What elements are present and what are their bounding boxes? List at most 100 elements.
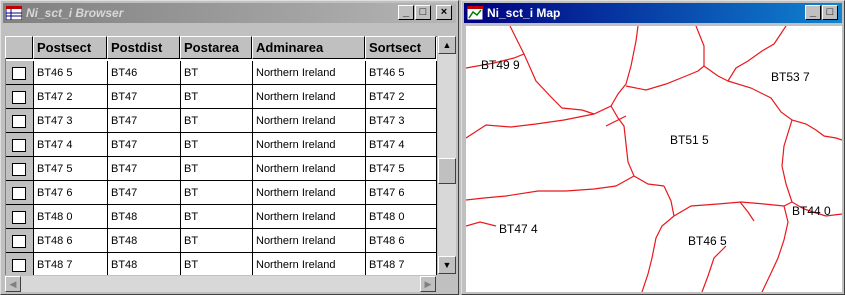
scroll-left-button[interactable]: ◀	[5, 276, 21, 292]
cell-postsect[interactable]: BT47 3	[34, 109, 108, 133]
table-row[interactable]: BT47 3 BT47 BT Northern Ireland BT47 3	[6, 109, 437, 133]
cell-adminarea[interactable]: Northern Ireland	[253, 229, 366, 253]
cell-sortsect[interactable]: BT47 5	[366, 157, 437, 181]
minimize-button[interactable]: _	[398, 5, 414, 20]
cell-postsect[interactable]: BT47 5	[34, 157, 108, 181]
cell-postdist[interactable]: BT48	[108, 229, 181, 253]
vertical-scrollbar[interactable]: ▲ ▼	[438, 36, 456, 274]
boundary-line	[781, 119, 793, 203]
label-bt44-0: BT44 0	[792, 204, 831, 218]
cell-adminarea[interactable]: Northern Ireland	[253, 133, 366, 157]
browser-grid: BT46 5 BT46 BT Northern Ireland BT46 5 BT47 2…	[5, 36, 437, 275]
cell-sortsect[interactable]: BT47 3	[366, 109, 437, 133]
cell-sortsect[interactable]: BT48 6	[366, 229, 437, 253]
table-icon	[6, 6, 22, 20]
cell-postsect[interactable]: BT48 0	[34, 205, 108, 229]
cell-postarea[interactable]: BT	[181, 133, 253, 157]
cell-adminarea[interactable]: Northern Ireland	[253, 253, 366, 275]
cell-sortsect[interactable]: BT46 5	[366, 61, 437, 85]
cell-postsect[interactable]: BT47 2	[34, 85, 108, 109]
row-checkbox[interactable]	[12, 211, 26, 224]
row-selector[interactable]	[6, 157, 34, 181]
header-sortsect[interactable]: Sortsect	[365, 36, 436, 59]
cell-postdist[interactable]: BT47	[108, 85, 181, 109]
cell-postsect[interactable]: BT48 7	[34, 253, 108, 275]
cell-postarea[interactable]: BT	[181, 109, 253, 133]
table-row[interactable]: BT48 6 BT48 BT Northern Ireland BT48 6	[6, 229, 437, 253]
table-row[interactable]: BT47 4 BT47 BT Northern Ireland BT47 4	[6, 133, 437, 157]
cell-postdist[interactable]: BT47	[108, 181, 181, 205]
horizontal-scrollbar[interactable]: ◀ ▶	[5, 276, 436, 292]
row-selector[interactable]	[6, 61, 34, 85]
row-selector[interactable]	[6, 229, 34, 253]
row-selector[interactable]	[6, 253, 34, 275]
cell-postarea[interactable]: BT	[181, 229, 253, 253]
cell-postdist[interactable]: BT47	[108, 157, 181, 181]
scroll-right-button[interactable]: ▶	[420, 276, 436, 292]
cell-sortsect[interactable]: BT47 6	[366, 181, 437, 205]
map-titlebar[interactable]: Ni_sct_i Map _ □	[464, 3, 842, 23]
row-selector[interactable]	[6, 133, 34, 157]
cell-sortsect[interactable]: BT47 4	[366, 133, 437, 157]
maximize-button[interactable]: □	[415, 5, 431, 20]
table-row[interactable]: BT48 7 BT48 BT Northern Ireland BT48 7	[6, 253, 437, 275]
cell-postarea[interactable]: BT	[181, 253, 253, 275]
cell-postarea[interactable]: BT	[181, 181, 253, 205]
cell-postdist[interactable]: BT47	[108, 133, 181, 157]
header-postarea[interactable]: Postarea	[180, 36, 252, 59]
cell-postsect[interactable]: BT47 6	[34, 181, 108, 205]
cell-postsect[interactable]: BT46 5	[34, 61, 108, 85]
row-selector[interactable]	[6, 205, 34, 229]
cell-postsect[interactable]: BT47 4	[34, 133, 108, 157]
table-row[interactable]: BT47 5 BT47 BT Northern Ireland BT47 5	[6, 157, 437, 181]
table-row[interactable]: BT46 5 BT46 BT Northern Ireland BT46 5	[6, 61, 437, 85]
row-selector[interactable]	[6, 181, 34, 205]
cell-postdist[interactable]: BT46	[108, 61, 181, 85]
row-checkbox[interactable]	[12, 235, 26, 248]
header-postsect[interactable]: Postsect	[33, 36, 107, 59]
map-canvas[interactable]: BT49 9 BT53 7 BT51 5 BT44 0 BT47 4 BT46 …	[466, 26, 842, 292]
cell-postdist[interactable]: BT48	[108, 205, 181, 229]
row-checkbox[interactable]	[12, 91, 26, 104]
boundary-line	[761, 205, 789, 292]
cell-sortsect[interactable]: BT48 7	[366, 253, 437, 275]
cell-adminarea[interactable]: Northern Ireland	[253, 205, 366, 229]
label-bt51-5: BT51 5	[670, 133, 709, 147]
scroll-thumb[interactable]	[438, 158, 456, 184]
row-selector[interactable]	[6, 85, 34, 109]
cell-postdist[interactable]: BT48	[108, 253, 181, 275]
cell-sortsect[interactable]: BT48 0	[366, 205, 437, 229]
cell-postdist[interactable]: BT47	[108, 109, 181, 133]
cell-postarea[interactable]: BT	[181, 205, 253, 229]
header-adminarea[interactable]: Adminarea	[252, 36, 365, 59]
map-icon	[467, 6, 483, 20]
browser-titlebar[interactable]: Ni_sct_i Browser _ □ ×	[3, 3, 456, 23]
cell-sortsect[interactable]: BT47 2	[366, 85, 437, 109]
map-maximize-button[interactable]: □	[822, 5, 838, 20]
cell-postarea[interactable]: BT	[181, 61, 253, 85]
cell-postsect[interactable]: BT48 6	[34, 229, 108, 253]
cell-adminarea[interactable]: Northern Ireland	[253, 85, 366, 109]
cell-adminarea[interactable]: Northern Ireland	[253, 157, 366, 181]
cell-adminarea[interactable]: Northern Ireland	[253, 61, 366, 85]
cell-postarea[interactable]: BT	[181, 157, 253, 181]
row-checkbox[interactable]	[12, 187, 26, 200]
cell-adminarea[interactable]: Northern Ireland	[253, 181, 366, 205]
close-button[interactable]: ×	[436, 5, 452, 20]
row-checkbox[interactable]	[12, 139, 26, 152]
boundary-line	[701, 245, 727, 292]
row-selector[interactable]	[6, 109, 34, 133]
map-minimize-button[interactable]: _	[805, 5, 821, 20]
row-checkbox[interactable]	[12, 115, 26, 128]
table-row[interactable]: BT47 2 BT47 BT Northern Ireland BT47 2	[6, 85, 437, 109]
table-row[interactable]: BT48 0 BT48 BT Northern Ireland BT48 0	[6, 205, 437, 229]
table-row[interactable]: BT47 6 BT47 BT Northern Ireland BT47 6	[6, 181, 437, 205]
scroll-up-button[interactable]: ▲	[438, 36, 456, 54]
scroll-down-button[interactable]: ▼	[438, 256, 456, 274]
header-postdist[interactable]: Postdist	[107, 36, 180, 59]
row-checkbox[interactable]	[12, 259, 26, 272]
row-checkbox[interactable]	[12, 67, 26, 80]
row-checkbox[interactable]	[12, 163, 26, 176]
cell-adminarea[interactable]: Northern Ireland	[253, 109, 366, 133]
cell-postarea[interactable]: BT	[181, 85, 253, 109]
